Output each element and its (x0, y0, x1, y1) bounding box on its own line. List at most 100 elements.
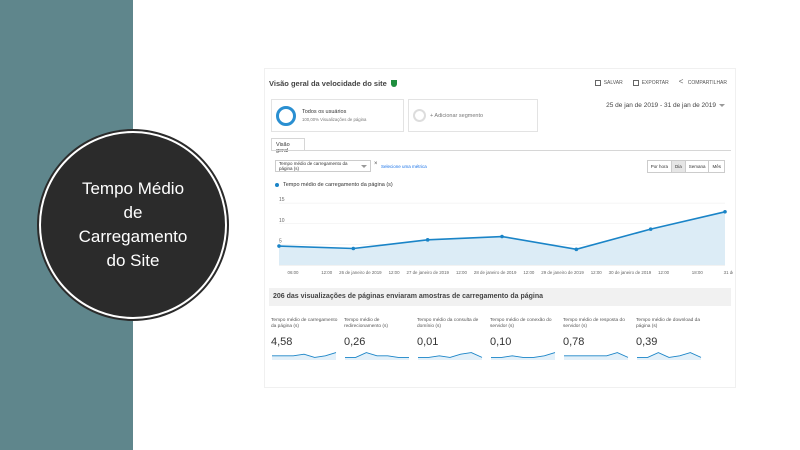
metric-card-value: 4,58 (271, 336, 293, 348)
segment-sub: 100,00% Visualizações de página (302, 117, 367, 122)
line-chart: 5 10 15 06:00 12:00 26 de janeiro de 2019 12:0… (277, 197, 733, 275)
save-icon (594, 80, 601, 86)
times-icon: × (374, 161, 378, 167)
data-point (351, 246, 356, 251)
metric-card[interactable]: Tempo médio da consulta de domínio (s) 0,… (417, 318, 490, 360)
x-tick-label: 18:00 (692, 270, 704, 275)
title-line: Carregamento (78, 227, 188, 246)
sparkline-area (637, 352, 701, 360)
export-button[interactable]: EXPORTAR (632, 80, 669, 86)
report-header: Visão geral da velocidade do site (269, 79, 397, 88)
empty-ring-icon (413, 109, 426, 122)
metric-cards: Tempo médio de carregamento da página (s… (271, 318, 731, 360)
x-tick-label: 30 de janeiro de 2019 (609, 270, 652, 275)
add-segment-button[interactable]: + Adicionar segmento (408, 99, 538, 132)
data-point (500, 234, 504, 239)
segment-ring-icon (276, 105, 296, 126)
y-tick-label: 10 (279, 218, 285, 224)
share-label: COMPARTILHAR (687, 80, 727, 86)
legend-dot (275, 183, 279, 187)
add-segment-label: + Adicionar segmento (430, 112, 484, 119)
tab-divider (271, 150, 731, 151)
sparkline (345, 352, 409, 360)
x-tick-label: 12:00 (523, 270, 535, 275)
verified-shield-icon (390, 80, 397, 87)
x-tick-label: 29 de janeiro de 2019 (541, 270, 584, 275)
x-tick-label: 28 de janeiro de 2019 (474, 270, 517, 275)
metric-card-label: Tempo médio da consulta de domínio (s) (417, 318, 479, 329)
metric-card-value: 0,78 (563, 336, 585, 348)
series-area (279, 211, 725, 265)
analytics-screenshot: Visão geral da velocidade do site SALVAR… (264, 68, 736, 388)
x-tick-label: 12:00 (321, 270, 333, 275)
sparkline (637, 352, 702, 360)
granularity-week[interactable]: Semana (684, 161, 709, 172)
report-actions: SALVAR EXPORTAR COMPARTILHAR (594, 77, 727, 86)
x-tick-label: 31 de... (724, 270, 733, 275)
slide: Tempo Médio de Carregamento do Site Visã… (0, 0, 800, 450)
title-line: Tempo Médio (81, 179, 185, 198)
sparkline (564, 352, 629, 360)
x-tick-label: 06:00 (288, 270, 300, 275)
sparkline-area (272, 352, 336, 360)
sparkline-area (491, 352, 555, 360)
metric-card-label: Tempo médio de conexão do servidor (s) (490, 318, 552, 329)
granularity-hourly[interactable]: Por hora (647, 161, 671, 172)
granularity-month[interactable]: Mês (708, 161, 724, 172)
title-line: do Site (106, 251, 160, 270)
date-range-label: 25 de jan de 2019 - 31 de jan de 2019 (606, 102, 716, 109)
metric-dropdown[interactable]: Tempo médio de carregamento da página (s… (275, 160, 371, 172)
report-title: Visão geral da velocidade do site (269, 79, 387, 88)
sparkline-area (345, 352, 409, 360)
date-range-picker[interactable]: 25 de jan de 2019 - 31 de jan de 2019 (606, 102, 725, 109)
data-point (648, 227, 653, 231)
title-line: de (123, 203, 143, 222)
metric-card[interactable]: Tempo médio de download da página (s) 0,3… (636, 318, 709, 360)
chevron-down-icon (361, 164, 367, 168)
share-button[interactable]: COMPARTILHAR (679, 77, 727, 86)
x-tick-label: 12:00 (658, 270, 670, 275)
metric-card-label: Tempo médio de carregamento da página (s… (271, 318, 338, 329)
metric-card-value: 0,01 (417, 336, 439, 348)
select-metric-link[interactable]: Selecione uma métrica (381, 164, 427, 169)
metric-card[interactable]: Tempo médio de resposta do servidor (s) 0… (563, 318, 636, 360)
metric-dropdown-label: Tempo médio de carregamento da página (s… (279, 161, 348, 171)
granularity-toggle: Por hora Dia Semana Mês (646, 160, 725, 173)
x-tick-label: 27 de janeiro de 2019 (407, 270, 450, 275)
sparkline (491, 352, 556, 360)
metric-card[interactable]: Tempo médio de carregamento da página (s… (271, 318, 344, 360)
metric-card-value: 0,39 (636, 336, 658, 348)
samples-bar: 206 das visualizações de páginas enviara… (269, 288, 731, 306)
metric-card-label: Tempo médio de resposta do servidor (s) (563, 318, 625, 329)
download-icon (632, 80, 639, 86)
metric-card-value: 0,26 (344, 336, 366, 348)
metric-card-value: 0,10 (490, 336, 512, 348)
sparkline (272, 352, 337, 360)
tab-overview[interactable]: Visão geral (271, 138, 305, 154)
granularity-day[interactable]: Dia (670, 161, 685, 172)
y-tick-label: 15 (279, 197, 285, 203)
segment-all-users[interactable]: Todos os usuários 100,00% Visualizações … (271, 99, 404, 132)
sparkline (418, 352, 483, 360)
metric-card-label: Tempo médio de download da página (s) (636, 318, 701, 329)
x-tick-label: 12:00 (456, 270, 468, 275)
legend-label: Tempo médio de carregamento da página (s… (283, 182, 393, 188)
sparkline-area (564, 352, 628, 360)
sparkline-area (418, 352, 482, 360)
data-point (277, 244, 281, 248)
x-tick-label: 12:00 (389, 270, 401, 275)
export-label: EXPORTAR (641, 80, 669, 86)
metric-card[interactable]: Tempo médio de conexão do servidor (s) 0,… (490, 318, 563, 360)
title-circle: Tempo Médio de Carregamento do Site (39, 131, 227, 319)
x-tick-label: 12:00 (591, 270, 603, 275)
chevron-down-icon (719, 104, 725, 107)
data-point (574, 247, 579, 252)
segment-name: Todos os usuários (302, 109, 347, 115)
metric-card-label: Tempo médio de redirecionamento (s) (344, 318, 388, 329)
data-point (425, 238, 430, 242)
chart-legend: Tempo médio de carregamento da página (s… (275, 182, 393, 188)
metric-card[interactable]: Tempo médio de redirecionamento (s) 0,26 (344, 318, 417, 360)
slide-title: Tempo Médio de Carregamento do Site (63, 177, 203, 273)
data-point (723, 209, 727, 214)
save-button[interactable]: SALVAR (594, 80, 623, 86)
